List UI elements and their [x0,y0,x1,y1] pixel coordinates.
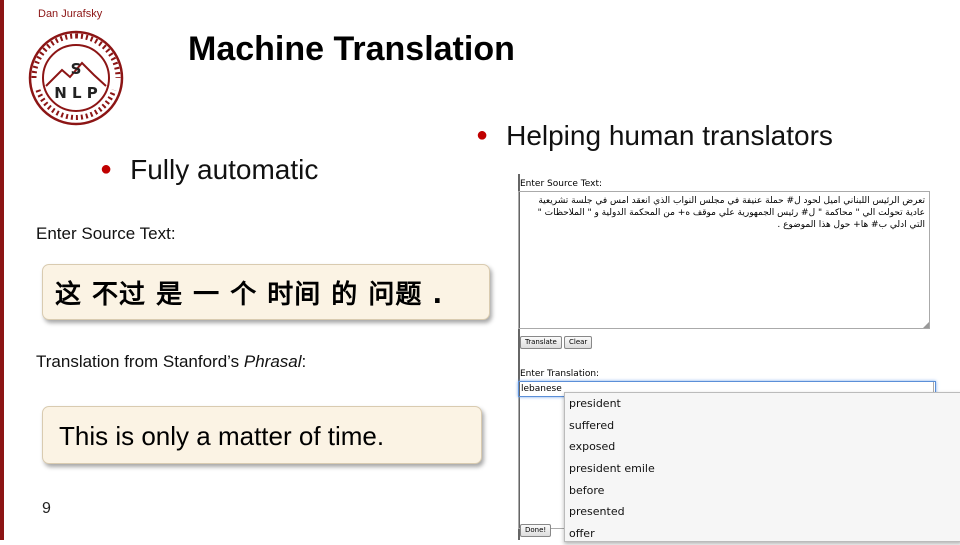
chinese-source-box: 这 不过 是 一 个 时间 的 问题 . [42,264,490,320]
suggestion-item[interactable]: before [565,480,960,502]
bullet-dot-icon: ● [476,124,489,146]
page-number: 9 [42,500,51,517]
svg-text:S: S [71,60,82,78]
suggestion-dropdown: president suffered exposed president emi… [564,392,960,542]
translation-label-suffix: : [301,352,307,371]
suggestion-item[interactable]: president [565,393,960,415]
suggestion-item[interactable]: president emile [565,458,960,480]
chinese-source-text: 这 不过 是 一 个 时间 的 问题 . [55,280,444,310]
translation-tool-screenshot: Enter Source Text: تعرض الرئيس اللبناني … [518,174,960,542]
source-text-label: Enter Source Text: [36,224,176,243]
tool-source-textarea[interactable]: تعرض الرئيس اللبناني اميل لحود ل# حملة ع… [518,191,930,329]
english-translation-box: This is only a matter of time. [42,406,482,464]
clear-button[interactable]: Clear [564,336,593,349]
suggestion-item[interactable]: suffered [565,415,960,437]
suggestion-item[interactable]: exposed [565,436,960,458]
bullet-text: Helping human translators [506,120,833,151]
translate-button[interactable]: Translate [520,336,562,349]
phrasal-label: Phrasal [243,352,302,371]
suggestion-item[interactable]: offer [565,523,960,545]
translation-label: Translation from Stanford’s Phrasal: [36,352,306,372]
bullet-text: Fully automatic [130,154,319,185]
bullet-dot-icon: ● [100,158,113,180]
done-button[interactable]: Done! [520,524,552,537]
stanford-nlp-logo: S N L P [28,30,124,126]
author-name: Dan Jurafsky [38,8,103,20]
tool-source-label: Enter Source Text: [520,179,603,189]
left-accent-bar [0,0,4,540]
english-translation-text: This is only a matter of time. [59,421,385,451]
tool-translation-label: Enter Translation: [520,369,600,379]
bullet-fully-automatic: ● Fully automatic [100,154,318,186]
resize-handle-icon[interactable]: ◢ [923,320,929,329]
svg-text:N L P: N L P [54,84,98,102]
suggestion-item[interactable]: presented [565,501,960,523]
slide-title: Machine Translation [188,30,515,68]
bullet-helping-translators: ● Helping human translators [476,120,833,152]
translation-label-prefix: Translation from Stanford’s [36,352,244,371]
